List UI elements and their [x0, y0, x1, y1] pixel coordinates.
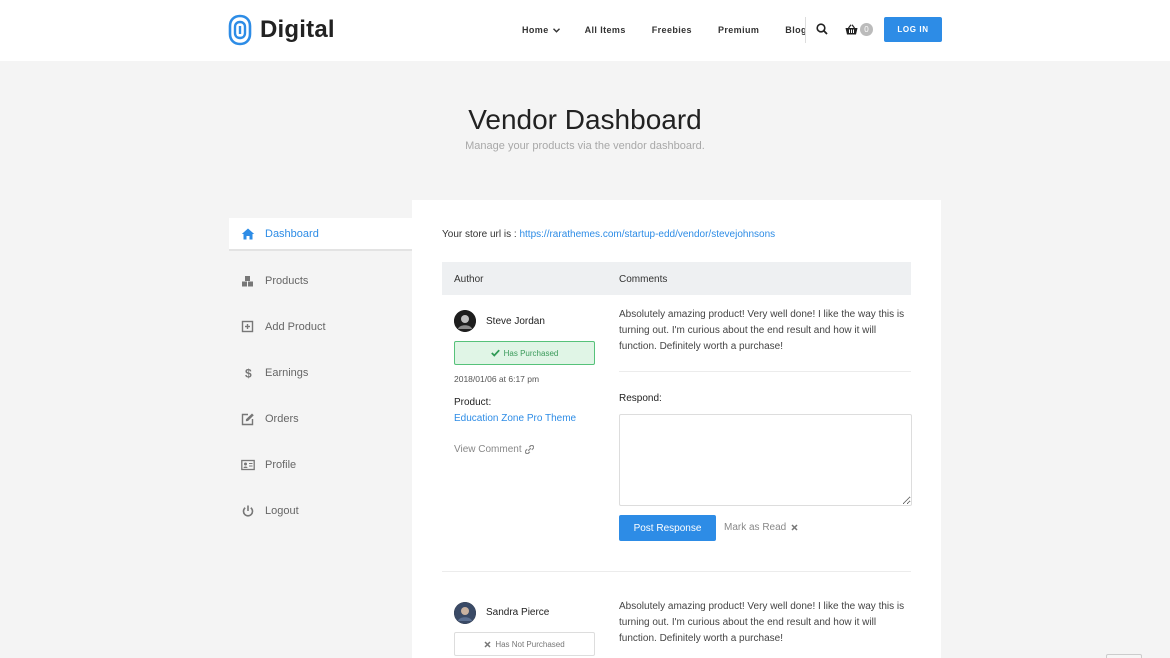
- sidebar-item-label: Earnings: [265, 367, 309, 379]
- status-badge-not-purchased: Has Not Purchased: [454, 632, 595, 656]
- status-badge-label: Has Not Purchased: [495, 639, 565, 649]
- sidebar-item-add-product[interactable]: Add Product: [229, 304, 412, 350]
- avatar: [454, 602, 476, 624]
- sidebar-item-label: Profile: [265, 459, 297, 471]
- close-icon: [484, 640, 491, 648]
- sidebar-item-label: Orders: [265, 413, 299, 425]
- store-url-link[interactable]: https://rarathemes.com/startup-edd/vendo…: [519, 229, 775, 240]
- avatar: [454, 310, 476, 332]
- respond-textarea[interactable]: [619, 414, 912, 506]
- svg-text:$: $: [245, 367, 252, 381]
- sidebar-item-label: Add Product: [265, 321, 326, 333]
- logo-icon: [228, 14, 252, 46]
- vendor-sidebar: Dashboard Products Add Product $ Earning…: [229, 218, 412, 534]
- view-comment-link[interactable]: View Comment: [454, 444, 534, 455]
- chevron-down-icon: [552, 27, 560, 33]
- comment-date: 2018/01/06 at 6:17 pm: [454, 374, 540, 384]
- sidebar-item-orders[interactable]: Orders: [229, 396, 412, 442]
- sidebar-item-label: Logout: [265, 505, 299, 517]
- comments-table-header: Author Comments: [442, 262, 911, 295]
- cart[interactable]: 0: [845, 23, 873, 36]
- nav-home[interactable]: Home: [522, 25, 560, 35]
- power-icon: [242, 505, 254, 517]
- site-header: Digital Home All Items Freebies Premium …: [0, 0, 1170, 61]
- main-nav: Home All Items Freebies Premium Blog: [522, 25, 807, 35]
- sidebar-item-label: Products: [265, 275, 309, 287]
- sidebar-item-label: Dashboard: [265, 227, 319, 240]
- nav-divider: [805, 17, 806, 43]
- comment-text: Absolutely amazing product! Very well do…: [619, 601, 905, 644]
- nav-freebies[interactable]: Freebies: [652, 25, 692, 35]
- cubes-icon: [242, 276, 253, 287]
- avatar-image: [454, 310, 476, 332]
- page-title: Vendor Dashboard: [468, 104, 702, 135]
- status-badge-purchased: Has Purchased: [454, 341, 595, 365]
- product-label: Product:: [454, 397, 492, 408]
- edit-icon: [241, 413, 254, 426]
- status-badge-label: Has Purchased: [503, 348, 559, 358]
- post-response-button[interactable]: Post Response: [619, 515, 716, 541]
- check-icon: [490, 349, 500, 357]
- logo[interactable]: Digital: [228, 14, 335, 46]
- store-url-line: Your store url is : https://rarathemes.c…: [442, 229, 775, 240]
- view-comment-label: View Comment: [454, 444, 522, 455]
- search-icon[interactable]: [816, 23, 828, 35]
- comment-author: Sandra Pierce: [486, 607, 550, 618]
- page-subtitle: Manage your products via the vendor dash…: [465, 140, 705, 152]
- nav-premium[interactable]: Premium: [718, 25, 759, 35]
- scroll-to-top-tab[interactable]: [1106, 654, 1142, 658]
- respond-label: Respond:: [619, 393, 662, 404]
- sidebar-item-products[interactable]: Products: [229, 258, 412, 304]
- product-link[interactable]: Education Zone Pro Theme: [454, 413, 576, 424]
- id-card-icon: [241, 459, 255, 471]
- sidebar-item-logout[interactable]: Logout: [229, 488, 412, 534]
- sidebar-item-profile[interactable]: Profile: [229, 442, 412, 488]
- comment-text: Absolutely amazing product! Very well do…: [619, 309, 905, 352]
- mark-as-read-link[interactable]: Mark as Read: [724, 522, 798, 533]
- link-icon: [524, 445, 534, 454]
- basket-icon: [845, 24, 858, 35]
- comment-author: Steve Jordan: [486, 316, 545, 327]
- cart-count-badge: 0: [860, 23, 873, 36]
- dollar-icon: $: [245, 367, 252, 381]
- login-button[interactable]: LOG IN: [884, 17, 942, 42]
- dashboard-content: Your store url is : https://rarathemes.c…: [412, 200, 941, 658]
- divider: [619, 371, 911, 372]
- home-icon: [241, 228, 255, 239]
- nav-all-items[interactable]: All Items: [585, 25, 626, 35]
- brand-name: Digital: [260, 16, 335, 43]
- mark-as-read-label: Mark as Read: [724, 522, 787, 533]
- column-comments: Comments: [619, 274, 668, 285]
- row-divider: [442, 571, 911, 572]
- nav-home-label: Home: [522, 25, 549, 35]
- sidebar-item-dashboard[interactable]: Dashboard: [229, 218, 412, 251]
- avatar-image: [454, 602, 476, 624]
- store-url-label: Your store url is :: [442, 229, 520, 240]
- nav-blog[interactable]: Blog: [785, 25, 807, 35]
- plus-square-icon: [241, 320, 254, 333]
- sidebar-item-earnings[interactable]: $ Earnings: [229, 350, 412, 396]
- close-icon: [791, 524, 798, 531]
- column-author: Author: [454, 274, 484, 285]
